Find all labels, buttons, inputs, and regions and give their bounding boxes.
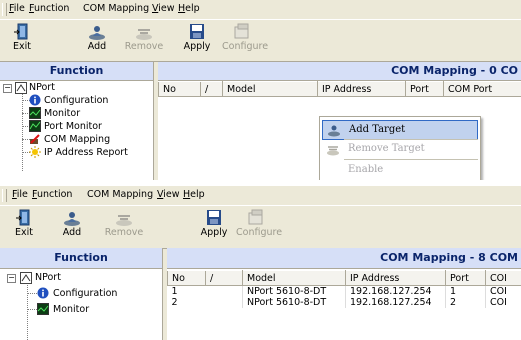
menu-com-mapping[interactable]: COM Mapping	[83, 3, 149, 14]
enable-menu-item[interactable]: Enable	[322, 161, 478, 179]
column-header-port[interactable]: Port	[445, 270, 486, 286]
configure-button[interactable]: Configure	[236, 208, 282, 244]
remove-target-menu-item[interactable]: Remove Target	[322, 140, 478, 158]
apply-button[interactable]: Apply	[177, 22, 217, 58]
table-header-row: No / Model IP Address Port COM Port	[158, 81, 521, 97]
tree-item-com-mapping[interactable]: COM Mapping	[44, 133, 110, 146]
tree-item-configuration[interactable]: Configuration	[53, 287, 117, 300]
cell-model: NPort 5610-8-DT	[242, 297, 346, 308]
menu-view[interactable]: View	[157, 189, 180, 200]
add-button[interactable]: Add	[77, 22, 117, 58]
com-mapping-table: No / Model IP Address Port COM Port	[158, 81, 521, 97]
cell-no: 1	[167, 285, 243, 297]
info-icon	[29, 94, 41, 106]
add-target-icon	[89, 26, 105, 40]
table-header-row: No / Model IP Address Port COI	[167, 270, 521, 286]
cell-ip-address: 192.168.127.254	[345, 297, 446, 308]
remove-target-icon	[136, 29, 152, 40]
tree-item-monitor[interactable]: Monitor	[44, 107, 80, 120]
column-header-ip-address[interactable]: IP Address	[317, 81, 406, 97]
tree-item-monitor[interactable]: Monitor	[53, 303, 89, 316]
com-mapping-icon	[30, 134, 40, 144]
function-pane-title: Function	[0, 62, 153, 81]
column-header-model[interactable]: Model	[242, 270, 346, 286]
exit-door-icon	[14, 23, 28, 40]
tree-item-ip-address-report[interactable]: IP Address Report	[44, 146, 128, 159]
remove-target-icon	[116, 215, 132, 226]
table-row[interactable]: 1 NPort 5610-8-DT 192.168.127.254 1 COI	[167, 285, 521, 297]
toolbar: Exit Add Remove Apply Configure	[0, 19, 521, 62]
add-target-icon	[328, 125, 340, 137]
column-header-ip-address[interactable]: IP Address	[345, 270, 446, 286]
cell-com-port: COI	[485, 297, 521, 308]
exit-button[interactable]: Exit	[2, 22, 42, 58]
remove-button[interactable]: Remove	[104, 208, 144, 244]
menu-function[interactable]: Function	[29, 3, 69, 14]
menu-grip	[2, 189, 7, 202]
com-mapping-title: COM Mapping - 8 COM	[167, 248, 521, 269]
exit-button[interactable]: Exit	[4, 208, 44, 244]
cell-port: 2	[445, 297, 486, 308]
monitor-icon	[37, 303, 49, 315]
menu-bar: File Function COM Mapping View Help	[0, 186, 521, 205]
remove-button[interactable]: Remove	[124, 22, 164, 58]
cell-model: NPort 5610-8-DT	[242, 285, 346, 297]
context-menu: Add Target Remove Target Enable	[319, 116, 481, 180]
function-pane-title: Function	[0, 248, 162, 269]
add-button[interactable]: Add	[52, 208, 92, 244]
cell-no: 2	[167, 297, 243, 308]
menu-help[interactable]: Help	[178, 3, 200, 14]
configure-icon	[248, 209, 263, 225]
configure-icon	[234, 23, 249, 39]
function-pane: Function − NPort Configuration Monitor P…	[0, 62, 154, 180]
menu-com-mapping[interactable]: COM Mapping	[87, 189, 153, 200]
sort-indicator[interactable]: /	[200, 81, 223, 97]
port-monitor-icon	[29, 120, 41, 132]
tree-item-configuration[interactable]: Configuration	[44, 94, 108, 107]
tree-item-nport[interactable]: NPort	[35, 271, 61, 284]
remove-target-icon	[327, 146, 339, 156]
com-mapping-table: No / Model IP Address Port COI 1 NPort 5…	[167, 270, 521, 308]
column-header-com-port[interactable]: COM Port	[443, 81, 521, 97]
floppy-disk-icon	[190, 24, 204, 39]
collapse-toggle[interactable]: −	[7, 274, 16, 283]
tree-item-port-monitor[interactable]: Port Monitor	[44, 120, 102, 133]
menu-view[interactable]: View	[152, 3, 175, 14]
ip-report-icon	[29, 146, 41, 158]
menu-file[interactable]: File	[9, 3, 25, 14]
apply-button[interactable]: Apply	[194, 208, 234, 244]
table-row[interactable]: 2 NPort 5610-8-DT 192.168.127.254 2 COI	[167, 297, 521, 308]
cell-port: 1	[445, 285, 486, 297]
menu-function[interactable]: Function	[32, 189, 72, 200]
column-header-no[interactable]: No	[158, 81, 201, 97]
column-header-model[interactable]: Model	[222, 81, 318, 97]
add-target-icon	[64, 212, 80, 226]
exit-door-icon	[16, 209, 30, 226]
column-header-com-port[interactable]: COI	[485, 270, 521, 286]
monitor-icon	[29, 107, 41, 119]
com-mapping-pane: COM Mapping - 8 COM No / Model IP Addres…	[167, 248, 521, 340]
add-target-menu-item[interactable]: Add Target	[322, 120, 478, 140]
menu-help[interactable]: Help	[183, 189, 205, 200]
nport-server-icon	[20, 272, 32, 284]
collapse-toggle[interactable]: −	[3, 84, 12, 93]
screenshot-bottom: File Function COM Mapping View Help Exit…	[0, 186, 521, 340]
info-icon	[37, 287, 49, 299]
column-header-port[interactable]: Port	[405, 81, 444, 97]
tree-item-nport[interactable]: NPort	[29, 81, 55, 94]
nport-server-icon	[15, 82, 27, 94]
cell-ip-address: 192.168.127.254	[345, 285, 446, 297]
sort-indicator[interactable]: /	[205, 270, 243, 286]
function-pane: Function − NPort Configuration Monitor	[0, 248, 163, 340]
menu-file[interactable]: File	[12, 189, 28, 200]
com-mapping-title: COM Mapping - 0 CO	[158, 62, 521, 81]
floppy-disk-icon	[207, 210, 221, 225]
configure-button[interactable]: Configure	[222, 22, 268, 58]
column-header-no[interactable]: No	[167, 270, 206, 286]
menu-grip	[2, 3, 7, 16]
toolbar: Exit Add Remove Apply Configure	[0, 205, 521, 249]
cell-com-port: COI	[485, 285, 521, 297]
menu-bar: File Function COM Mapping View Help	[0, 0, 521, 19]
screenshot-top: File Function COM Mapping View Help Exit…	[0, 0, 521, 180]
